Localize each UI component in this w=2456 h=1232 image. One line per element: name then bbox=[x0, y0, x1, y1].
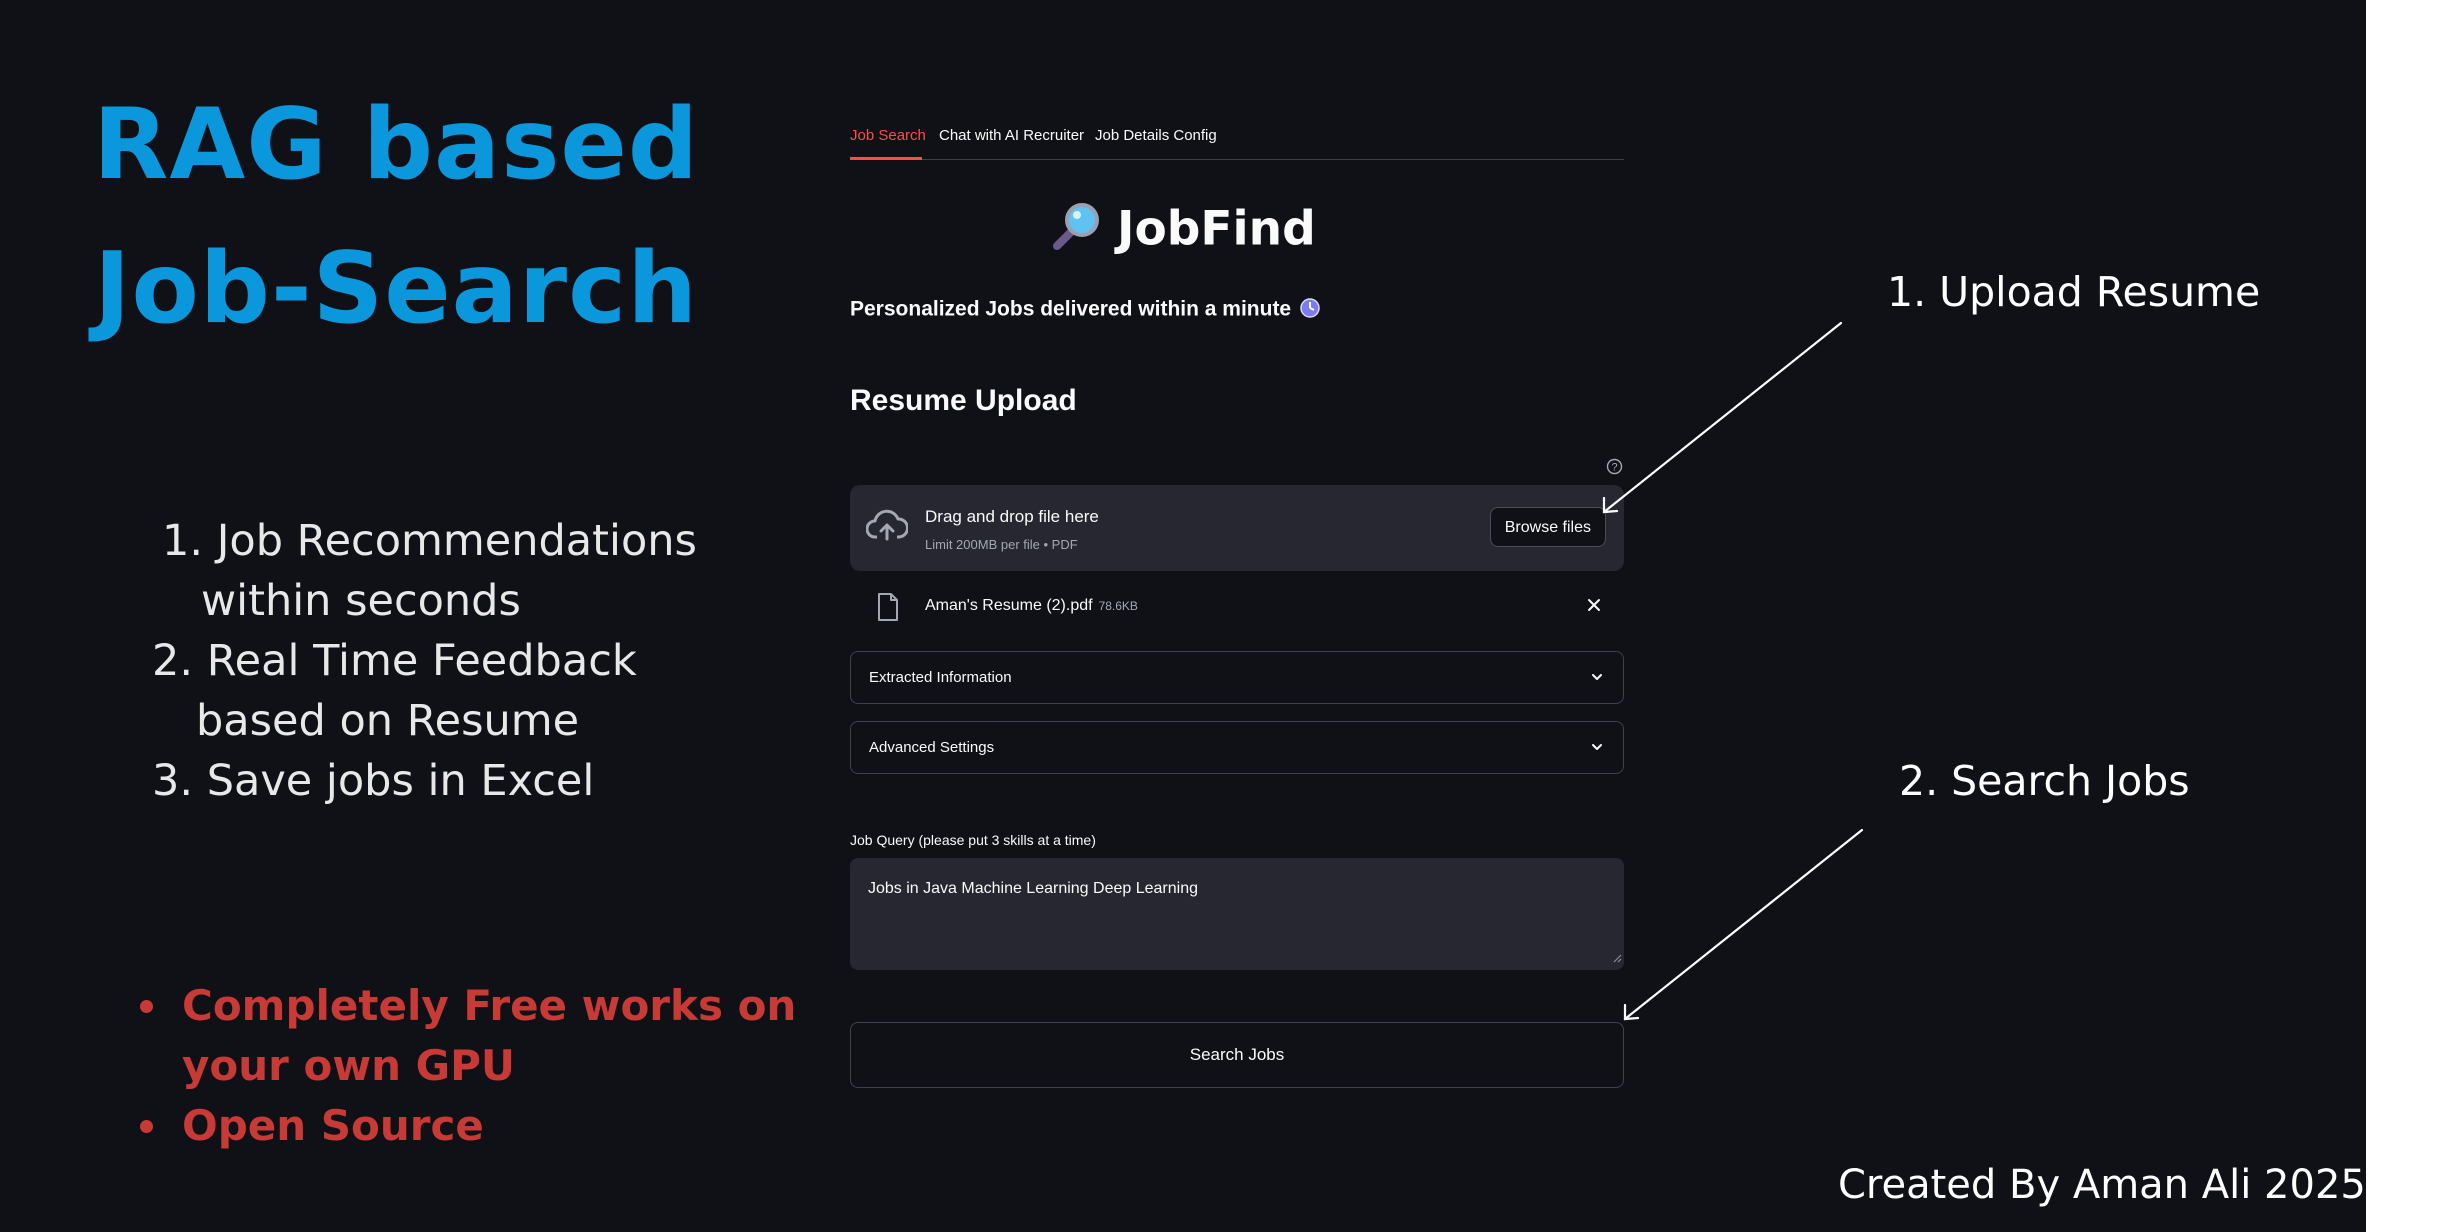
annotation-arrows bbox=[1602, 321, 1864, 1021]
slide-canvas: RAG based Job-Search 1. Job Recommendati… bbox=[0, 0, 2366, 1232]
credit-text: Created By Aman Ali 2025 bbox=[1838, 1162, 2366, 1208]
arrow-to-search-button bbox=[1623, 828, 1864, 1021]
arrow-to-browse-button bbox=[1602, 321, 1843, 514]
